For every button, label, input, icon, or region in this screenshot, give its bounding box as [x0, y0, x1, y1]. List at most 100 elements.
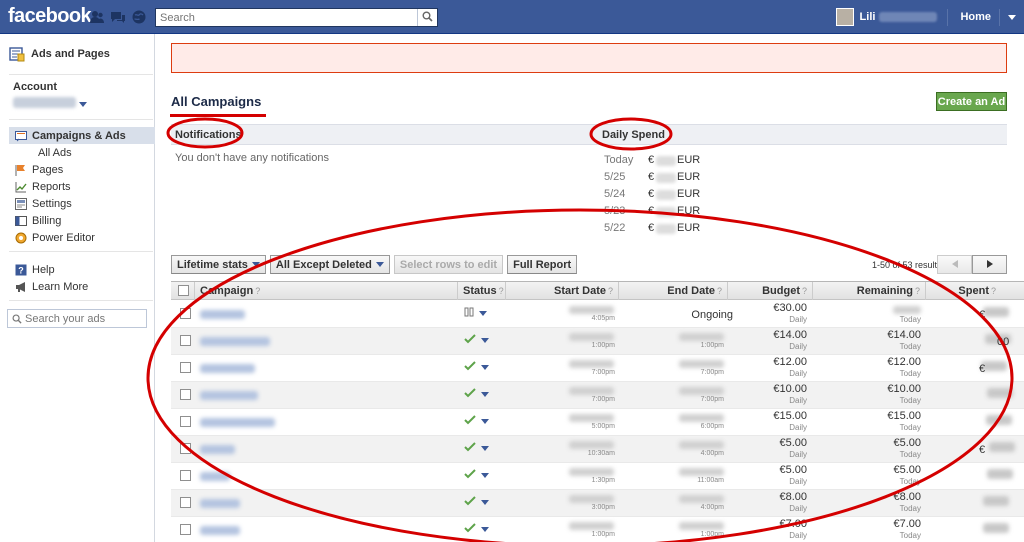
friend-requests-icon[interactable] — [89, 9, 105, 25]
row-checkbox[interactable] — [180, 389, 191, 400]
avatar[interactable] — [835, 8, 854, 26]
account-dropdown-icon[interactable] — [79, 98, 87, 110]
start-time: 7:00pm — [591, 369, 615, 376]
campaign-name-link[interactable] — [200, 499, 240, 508]
nav-divider — [947, 8, 949, 26]
account-menu-button[interactable] — [1000, 0, 1024, 34]
col-label: Budget — [762, 285, 800, 297]
row-checkbox[interactable] — [180, 470, 191, 481]
create-ad-button[interactable]: Create an Ad — [936, 92, 1007, 111]
full-report-button[interactable]: Full Report — [507, 255, 578, 274]
remaining-value: €5.00 — [893, 437, 921, 449]
user-name-link[interactable]: Lili — [860, 11, 876, 23]
notifications-globe-icon[interactable] — [131, 9, 147, 25]
triangle-right-icon — [986, 259, 993, 271]
sidebar-item-learn-more[interactable]: Learn More — [0, 278, 155, 295]
global-search-input[interactable] — [156, 9, 414, 26]
row-checkbox[interactable] — [180, 416, 191, 427]
campaign-name-link[interactable] — [200, 472, 230, 481]
redacted-user-surname — [879, 12, 938, 22]
paused-icon — [464, 307, 474, 320]
table-row[interactable]: 5:00pm 6:00pm €15.00 Daily €15.00 Today — [171, 409, 1024, 436]
spend-currency: € — [648, 188, 655, 200]
row-checkbox[interactable] — [180, 524, 191, 535]
sidebar-item-billing[interactable]: Billing — [0, 212, 155, 229]
row-checkbox[interactable] — [180, 362, 191, 373]
sidebar-item-all-ads[interactable]: All Ads — [0, 144, 155, 161]
row-checkbox[interactable] — [180, 497, 191, 508]
campaign-name-link[interactable] — [200, 364, 255, 373]
sidebar-item-help[interactable]: ? Help — [0, 261, 155, 278]
table-row[interactable]: 10:30am 4:00pm €5.00 Daily €5.00 Today € — [171, 436, 1024, 463]
facebook-logo[interactable]: facebook — [8, 5, 92, 28]
table-row[interactable]: 7:00pm 7:00pm €10.00 Daily €10.00 Today — [171, 382, 1024, 409]
start-time: 1:00pm — [591, 531, 615, 538]
campaign-name-link[interactable] — [200, 445, 235, 454]
sidebar-item-power-editor[interactable]: Power Editor — [0, 229, 155, 246]
status-dropdown[interactable] — [464, 523, 489, 536]
home-link[interactable]: Home — [954, 11, 997, 23]
sidebar-item-pages[interactable]: Pages — [0, 161, 155, 178]
end-date-value — [679, 522, 724, 530]
table-row[interactable]: 3:00pm 4:00pm €8.00 Daily €8.00 Today — [171, 490, 1024, 517]
campaign-name-link[interactable] — [200, 418, 275, 427]
status-dropdown[interactable] — [464, 469, 489, 482]
campaign-name-link[interactable] — [200, 391, 258, 400]
next-page-button[interactable] — [972, 255, 1007, 274]
help-mark: ? — [607, 286, 613, 296]
ads-and-pages-title: Ads and Pages — [31, 48, 110, 60]
triangle-left-icon — [951, 259, 958, 271]
table-row[interactable]: 1:30pm 11:00am €5.00 Daily €5.00 Today — [171, 463, 1024, 490]
col-status[interactable]: Status? — [458, 282, 506, 300]
col-start-date[interactable]: Start Date? — [506, 282, 619, 300]
campaign-name-link[interactable] — [200, 310, 245, 319]
search-your-ads-input[interactable]: Search your ads — [7, 309, 147, 328]
redacted-account-name[interactable] — [13, 97, 76, 108]
start-date-value — [569, 387, 614, 395]
row-checkbox[interactable] — [180, 335, 191, 346]
billing-icon — [15, 215, 27, 227]
messages-icon[interactable] — [110, 9, 126, 25]
status-dropdown[interactable] — [464, 442, 489, 455]
row-checkbox[interactable] — [180, 308, 191, 319]
sidebar-item-campaigns-ads[interactable]: Campaigns & Ads — [9, 127, 155, 144]
col-label: Campaign — [200, 285, 254, 297]
row-checkbox[interactable] — [180, 443, 191, 454]
table-row[interactable]: 7:00pm 7:00pm €12.00 Daily €12.00 Today € — [171, 355, 1024, 382]
sidebar-item-reports[interactable]: Reports — [0, 178, 155, 195]
col-end-date[interactable]: End Date? — [619, 282, 728, 300]
status-dropdown[interactable] — [464, 334, 489, 347]
select-all-checkbox[interactable] — [178, 285, 189, 296]
campaign-name-link[interactable] — [200, 337, 270, 346]
col-spent[interactable]: Spent? — [926, 282, 1001, 300]
overview-header: Notifications Daily Spend — [171, 124, 1007, 145]
chevron-down-icon — [251, 262, 260, 267]
sidebar-item-label: Campaigns & Ads — [32, 129, 126, 142]
status-dropdown[interactable] — [464, 415, 489, 428]
remaining-period: Today — [899, 369, 921, 378]
budget-period: Daily — [789, 504, 807, 513]
status-dropdown[interactable] — [464, 496, 489, 509]
sidebar-item-settings[interactable]: Settings — [0, 195, 155, 212]
status-dropdown[interactable] — [464, 307, 487, 320]
spent-fragment: € — [979, 444, 986, 456]
col-remaining[interactable]: Remaining? — [813, 282, 926, 300]
start-time: 1:00pm — [591, 342, 615, 349]
campaign-name-link[interactable] — [200, 526, 240, 535]
select-rows-button[interactable]: Select rows to edit — [393, 255, 504, 274]
col-budget[interactable]: Budget? — [728, 282, 813, 300]
status-filter-dropdown[interactable]: All Except Deleted — [269, 255, 390, 274]
remaining-period: Today — [899, 477, 921, 486]
status-dropdown[interactable] — [464, 388, 489, 401]
search-icon — [12, 314, 22, 324]
col-campaign[interactable]: Campaign? — [195, 282, 458, 300]
lifetime-stats-dropdown[interactable]: Lifetime stats — [171, 255, 266, 274]
ads-and-pages-header[interactable]: Ads and Pages — [9, 46, 110, 62]
table-row[interactable]: 4:05pm Ongoing €30.00 Daily Today € — [171, 301, 1024, 328]
table-row[interactable]: 1:00pm 1:00pm €14.00 Daily €14.00 Today 00 — [171, 328, 1024, 355]
budget-cell: €15.00 Daily — [747, 411, 807, 433]
search-button[interactable] — [417, 9, 437, 26]
prev-page-button[interactable] — [937, 255, 972, 274]
status-dropdown[interactable] — [464, 361, 489, 374]
table-row[interactable]: 1:00pm 1:00pm €7.00 Daily €7.00 Today — [171, 517, 1024, 542]
